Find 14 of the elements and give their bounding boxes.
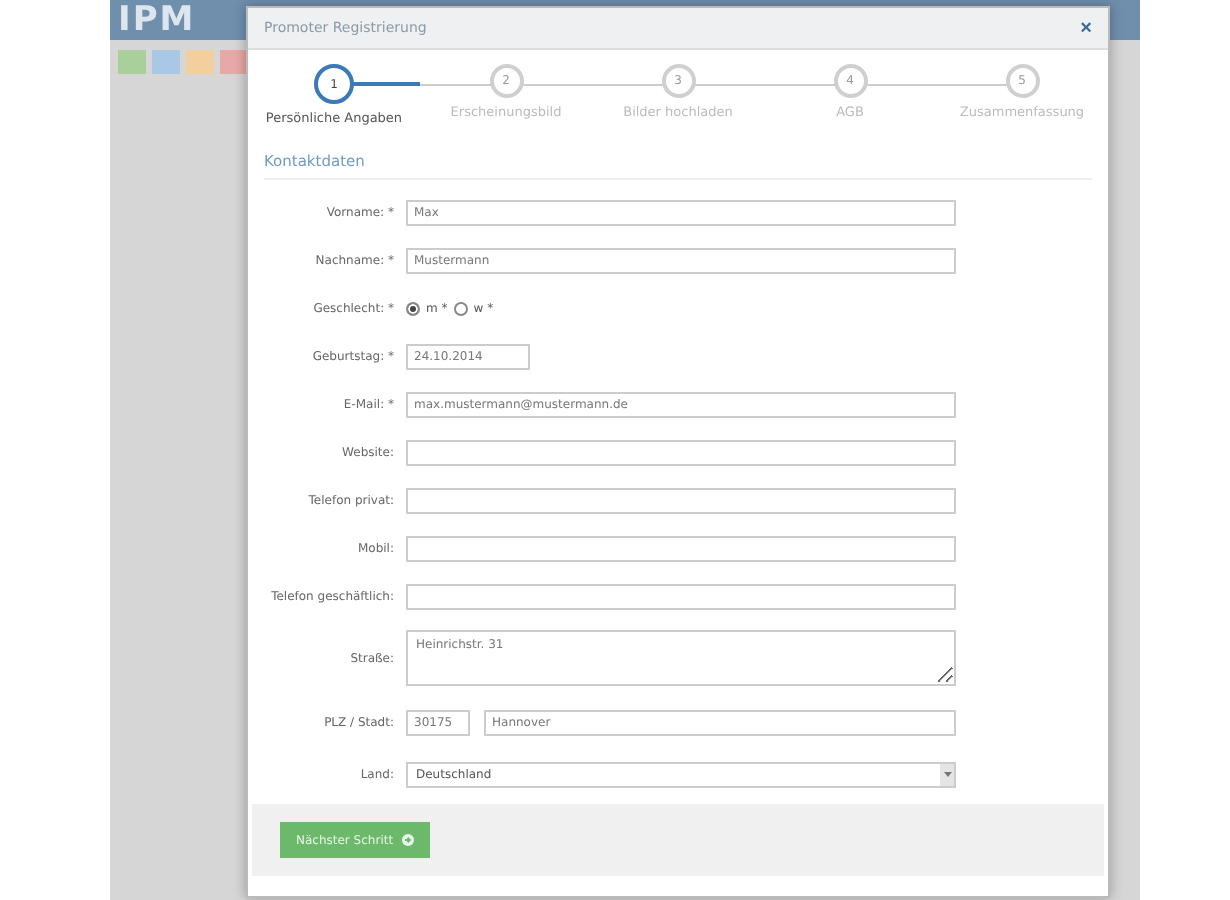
caret-icon: [943, 770, 951, 778]
radio-button[interactable]: [406, 301, 420, 315]
arrow-right-icon: [401, 834, 414, 846]
text-field[interactable]: [406, 439, 956, 465]
toolbar-button[interactable]: [118, 50, 146, 74]
toolbar-button[interactable]: [186, 50, 214, 74]
toolbar-button[interactable]: [220, 50, 248, 74]
text-field[interactable]: [406, 583, 956, 609]
text-field[interactable]: [406, 487, 956, 513]
radio-button[interactable]: [453, 301, 468, 315]
logo: IPM: [118, 0, 196, 40]
text-field[interactable]: [406, 535, 956, 561]
toolbar-button[interactable]: [152, 50, 180, 74]
close-button[interactable]: ×: [1080, 17, 1092, 39]
